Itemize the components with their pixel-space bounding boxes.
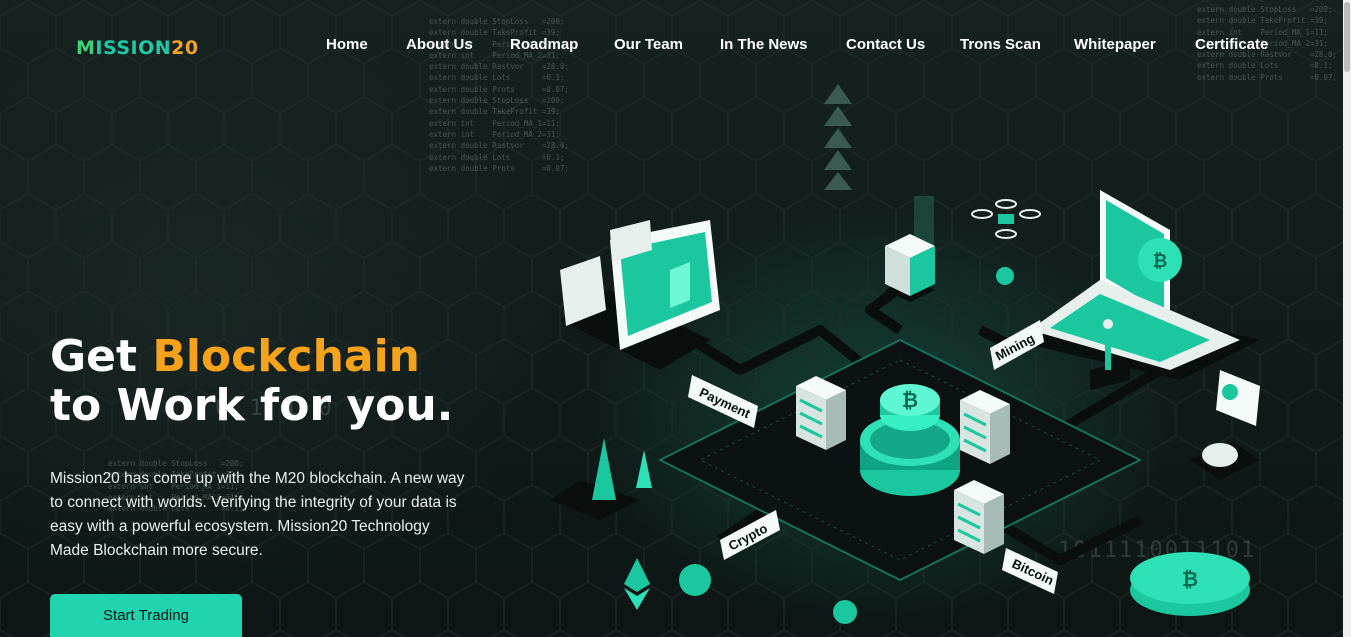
laptop-with-hand-icon: ₿ (1010, 190, 1260, 380)
server-rack-right-icon (960, 390, 1010, 464)
nav-contact-us[interactable]: Contact Us (846, 36, 925, 53)
nav-our-team[interactable]: Our Team (614, 36, 683, 53)
hero-section: extern double StopLoss =200; extern doub… (0, 0, 1343, 637)
server-rack-left-icon (796, 376, 846, 450)
nav-about-us[interactable]: About Us (406, 36, 473, 53)
nav-trons-scan[interactable]: Trons Scan (960, 36, 1041, 53)
drone-icon (971, 199, 1041, 239)
bottom-coin-icon (679, 564, 711, 596)
ethereum-icon (624, 558, 650, 610)
blockchain-illustration: ₿ ₿ ₿ Payment Mining Crypto Bitcoin (550, 84, 1260, 624)
scrollbar-thumb[interactable] (1344, 2, 1350, 72)
site-logo[interactable]: MISSION20 (76, 35, 199, 61)
hero-title: Get Blockchain to Work for you. (50, 331, 454, 431)
crystal-trees-icon (550, 438, 652, 520)
hero-description: Mission20 has come up with the M20 block… (50, 470, 465, 559)
svg-text:₿: ₿ (1182, 567, 1198, 591)
payment-tag: Payment (688, 375, 758, 428)
analytics-card-icon (1190, 370, 1260, 480)
computer-monitor-icon (560, 220, 720, 370)
server-rack-bottom-icon (954, 480, 1004, 554)
mining-tag: Mining (990, 320, 1044, 370)
nav-whitepaper[interactable]: Whitepaper (1074, 36, 1156, 53)
nav-roadmap[interactable]: Roadmap (510, 36, 578, 53)
hero-title-accent: Blockchain (152, 331, 421, 382)
nav-certificate[interactable]: Certificate (1195, 36, 1268, 53)
mining-server-icon (885, 196, 935, 302)
nav-home[interactable]: Home (326, 36, 368, 53)
start-trading-button[interactable]: Start Trading (50, 594, 242, 637)
nav-in-the-news[interactable]: In The News (720, 36, 808, 53)
up-arrows-icon (824, 84, 852, 190)
bitcoin-coin-icon: ₿ (902, 388, 918, 412)
page-scrollbar[interactable] (1343, 0, 1351, 637)
logo-wordmark: MISSION20 (76, 37, 199, 59)
svg-text:₿: ₿ (1153, 251, 1168, 272)
small-coin-icon (996, 267, 1014, 285)
